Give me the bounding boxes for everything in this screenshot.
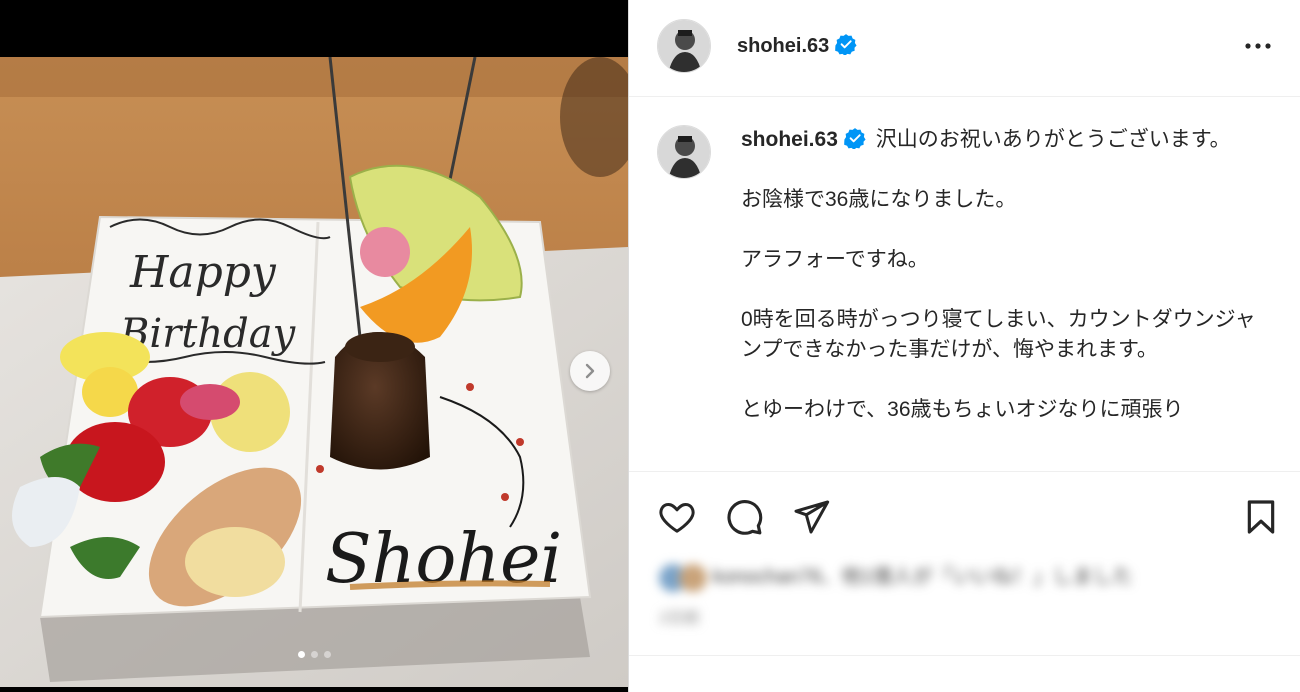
save-button[interactable] bbox=[1241, 497, 1281, 541]
heart-icon bbox=[659, 503, 695, 533]
like-button[interactable] bbox=[657, 497, 697, 541]
caption-text: shohei.63 沢山のお祝いありがとうございます。 お陰様で36歳になりまし… bbox=[741, 125, 1261, 425]
caption-line: とゆーわけで、36歳もちょいオジなりに頑張り bbox=[741, 398, 1184, 421]
share-button[interactable] bbox=[791, 497, 831, 541]
caption-line: 0時を回る時がっつり寝てしまい、カウントダウンジャンプできなかった事だけが、悔や… bbox=[741, 308, 1256, 361]
more-options-icon bbox=[1245, 43, 1271, 49]
carousel-dot[interactable] bbox=[297, 651, 305, 658]
carousel-dot[interactable] bbox=[310, 651, 318, 658]
carousel-dot[interactable] bbox=[323, 651, 331, 658]
post-photo: Happy Birthday Shohei bbox=[0, 57, 628, 687]
post-header: shohei.63 bbox=[629, 0, 1300, 97]
verified-badge-icon bbox=[844, 128, 866, 149]
chevron-right-icon bbox=[585, 363, 595, 379]
plate-text-happy: Happy bbox=[129, 247, 277, 298]
divider bbox=[629, 655, 1300, 656]
likes-summary[interactable]: konochan76、他1億人が「いいね！」しました 2日前 bbox=[659, 560, 1279, 630]
caption-line: アラフォーですね。 bbox=[741, 248, 929, 271]
comment-icon bbox=[727, 500, 763, 535]
caption-line: 沢山のお祝いありがとうございます。 bbox=[875, 128, 1231, 151]
header-username[interactable]: shohei.63 bbox=[737, 33, 857, 58]
carousel-indicator bbox=[0, 651, 628, 658]
likes-text: konochan76、他1億人が「いいね！」しました bbox=[712, 566, 1133, 588]
caption-username[interactable]: shohei.63 bbox=[741, 128, 866, 151]
carousel-next-button[interactable] bbox=[570, 351, 610, 391]
avatar[interactable] bbox=[657, 19, 711, 73]
verified-badge-icon bbox=[835, 34, 857, 55]
comment-button[interactable] bbox=[724, 497, 764, 541]
avatar-image bbox=[658, 126, 710, 178]
caption-line: お陰様で36歳になりました。 bbox=[741, 188, 1017, 211]
send-icon bbox=[794, 500, 830, 534]
liker-avatar bbox=[679, 563, 707, 592]
post-media: Happy Birthday Shohei bbox=[0, 0, 628, 692]
action-bar bbox=[629, 472, 1300, 562]
post-date: 2日前 bbox=[659, 609, 700, 627]
caption-section: shohei.63 沢山のお祝いありがとうございます。 お陰様で36歳になりまし… bbox=[629, 97, 1300, 472]
more-options-button[interactable] bbox=[1244, 34, 1272, 62]
avatar-image bbox=[658, 20, 710, 72]
avatar[interactable] bbox=[657, 125, 711, 179]
bookmark-icon bbox=[1247, 500, 1275, 534]
post-side-panel: shohei.63 shohei.63 沢山のお祝いありがとうございます。 お陰… bbox=[628, 0, 1300, 692]
